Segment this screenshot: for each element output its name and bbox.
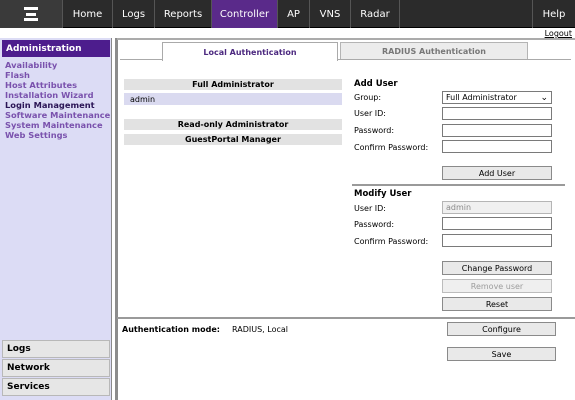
content-frame-left <box>115 38 118 400</box>
nav-radar[interactable]: Radar <box>351 0 400 28</box>
sidebar-item-host-attributes[interactable]: Host Attributes <box>5 80 110 90</box>
auth-mode-label: Authentication mode: <box>122 325 220 334</box>
nav-controller[interactable]: Controller <box>212 0 278 28</box>
tab-local-authentication[interactable]: Local Authentication <box>162 42 338 61</box>
add-userid-input[interactable] <box>442 107 552 120</box>
top-nav: Home Logs Reports Controller AP VNS Rada… <box>0 0 575 28</box>
reset-button[interactable]: Reset <box>442 297 552 311</box>
logo[interactable] <box>0 0 63 28</box>
sidebar-section-services[interactable]: Services <box>2 378 110 396</box>
remove-user-button: Remove user <box>442 279 552 293</box>
footer-divider <box>117 317 575 319</box>
group-select[interactable]: Full Administrator ⌄ <box>442 91 552 104</box>
chevron-down-icon: ⌄ <box>540 93 548 103</box>
sidebar-item-web-settings[interactable]: Web Settings <box>5 130 110 140</box>
add-user-button[interactable]: Add User <box>442 166 552 180</box>
modify-confirm-input[interactable] <box>442 234 552 247</box>
change-password-button[interactable]: Change Password <box>442 261 552 275</box>
add-userid-label: User ID: <box>354 109 386 118</box>
tab-radius-authentication[interactable]: RADIUS Authentication <box>340 42 528 60</box>
sidebar-item-flash[interactable]: Flash <box>5 70 110 80</box>
save-button[interactable]: Save <box>447 347 556 361</box>
nav-vns[interactable]: VNS <box>310 0 351 28</box>
sidebar-item-system-maintenance[interactable]: System Maintenance <box>5 120 110 130</box>
logout-link[interactable]: Logout <box>545 29 572 38</box>
list-item-admin[interactable]: admin <box>124 93 342 105</box>
add-password-input[interactable] <box>442 124 552 137</box>
sidebar-item-login-management[interactable]: Login Management <box>5 100 110 110</box>
section-divider <box>352 184 565 186</box>
group-header-guestportal-manager: GuestPortal Manager <box>124 134 342 145</box>
auth-mode-value: RADIUS, Local <box>232 325 288 334</box>
group-select-value: Full Administrator <box>446 93 517 102</box>
group-header-readonly-administrator: Read-only Administrator <box>124 119 342 130</box>
group-header-full-administrator: Full Administrator <box>124 79 342 90</box>
sidebar-links: Availability Flash Host Attributes Insta… <box>5 60 110 140</box>
modify-userid-field: admin <box>442 201 552 214</box>
modify-confirm-label: Confirm Password: <box>354 237 429 246</box>
nav-home[interactable]: Home <box>63 0 113 28</box>
nav-logs[interactable]: Logs <box>113 0 155 28</box>
page-root: Home Logs Reports Controller AP VNS Rada… <box>0 0 575 400</box>
add-confirm-input[interactable] <box>442 140 552 153</box>
modify-password-label: Password: <box>354 220 395 229</box>
modify-userid-label: User ID: <box>354 204 386 213</box>
sidebar-item-availability[interactable]: Availability <box>5 60 110 70</box>
extreme-logo-icon <box>24 7 38 21</box>
sidebar-section-logs[interactable]: Logs <box>2 340 110 358</box>
group-label: Group: <box>354 93 382 102</box>
modify-password-input[interactable] <box>442 217 552 230</box>
nav-help[interactable]: Help <box>532 0 575 28</box>
add-confirm-label: Confirm Password: <box>354 143 429 152</box>
sidebar-item-installation-wizard[interactable]: Installation Wizard <box>5 90 110 100</box>
add-password-label: Password: <box>354 126 395 135</box>
nav-ap[interactable]: AP <box>278 0 310 28</box>
sidebar: Administration Availability Flash Host A… <box>0 38 112 400</box>
configure-button[interactable]: Configure <box>447 322 556 336</box>
content-frame-top <box>117 38 575 40</box>
nav-reports[interactable]: Reports <box>155 0 212 28</box>
sidebar-item-software-maintenance[interactable]: Software Maintenance <box>5 110 110 120</box>
add-user-title: Add User <box>354 79 398 89</box>
sidebar-section-network[interactable]: Network <box>2 359 110 377</box>
sidebar-header-administration[interactable]: Administration <box>2 40 110 57</box>
modify-user-title: Modify User <box>354 189 412 199</box>
